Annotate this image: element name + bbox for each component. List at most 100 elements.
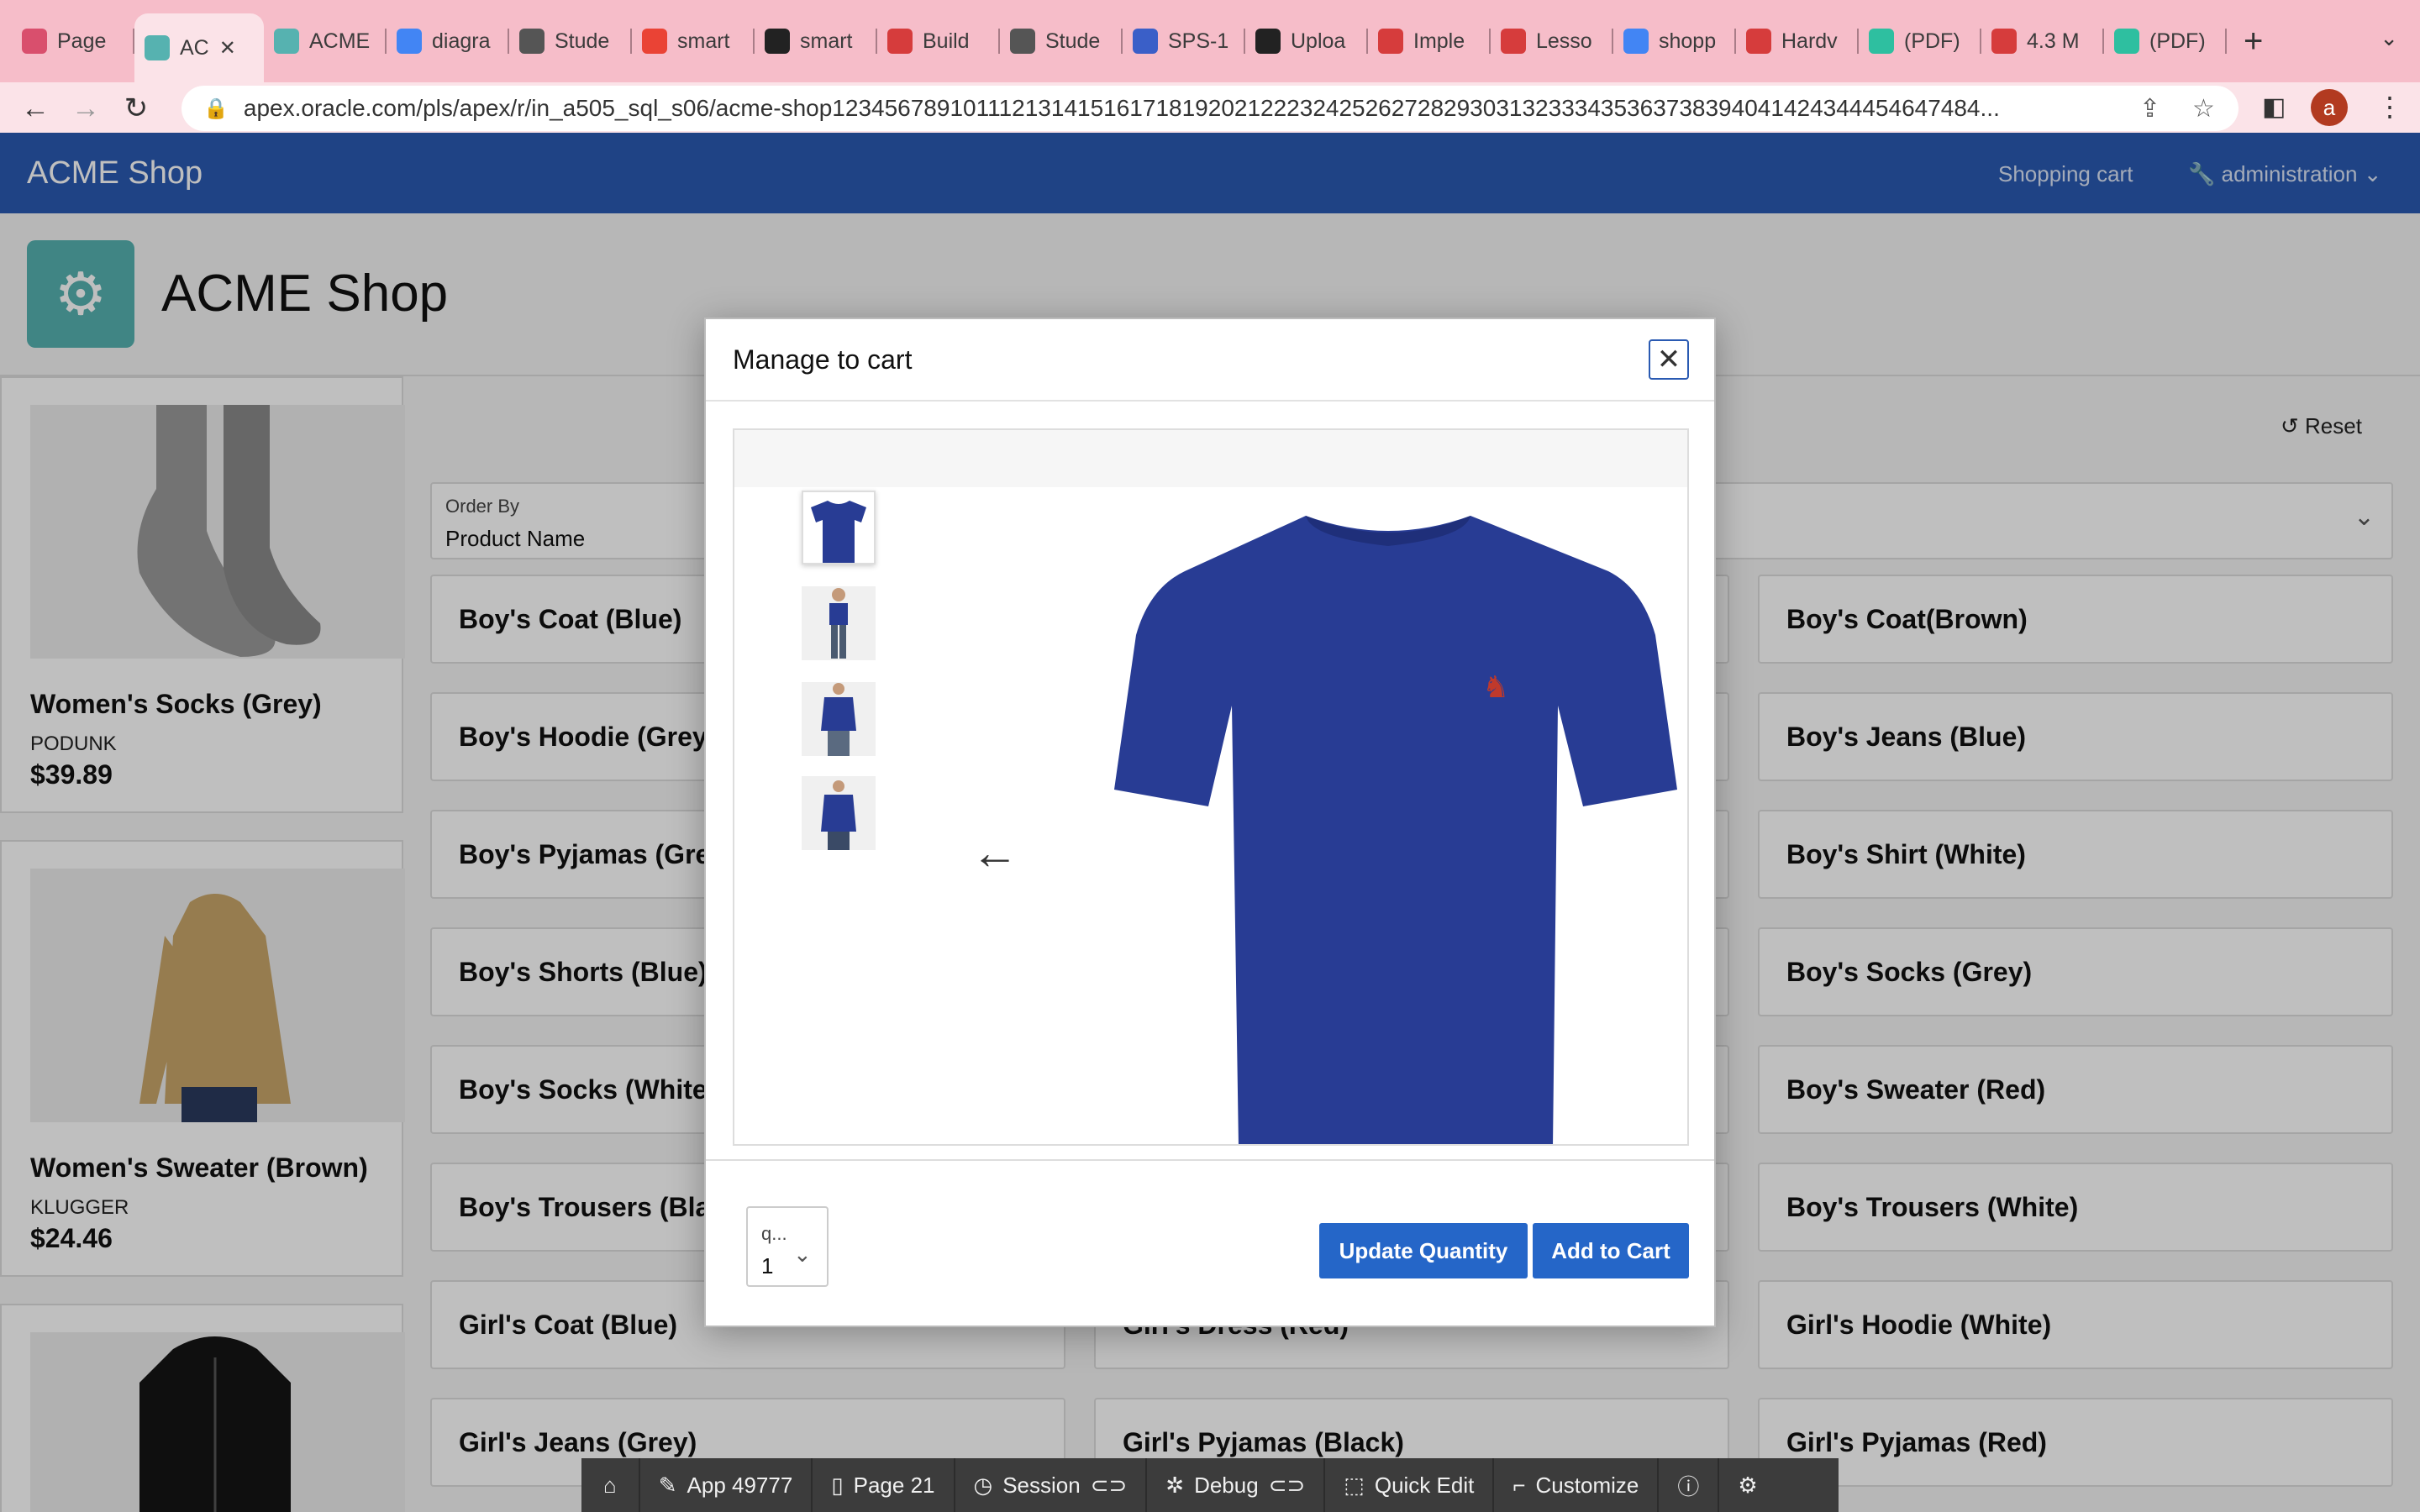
- devbar-session-label: Session: [1002, 1472, 1081, 1498]
- edit-icon: ✎: [658, 1472, 677, 1498]
- tab-label: 4.3 M: [2027, 29, 2080, 53]
- browser-tab-strip: Page AC ✕ ACME diagra Stude smart smart Build Stu…: [0, 0, 2420, 82]
- main-product-image: ♞: [1104, 487, 1684, 1144]
- product-gallery: ← ♞: [733, 428, 1689, 1146]
- devbar-customize-label: Customize: [1535, 1472, 1639, 1498]
- browser-toolbar: ← → ↻ 🔒 apex.oracle.com/pls/apex/r/in_a5…: [0, 82, 2420, 134]
- gallery-thumbnail[interactable]: [802, 491, 876, 564]
- bookmark-star-icon[interactable]: ☆: [2192, 94, 2215, 123]
- tab-favicon-icon: [1623, 29, 1649, 54]
- share-icon[interactable]: ⇪: [2139, 94, 2160, 123]
- profile-avatar[interactable]: a: [2311, 89, 2348, 126]
- reload-icon[interactable]: ↻: [111, 92, 161, 125]
- browser-tab[interactable]: ACME: [264, 10, 387, 72]
- browser-tab[interactable]: Lesso: [1491, 10, 1613, 72]
- browser-tab[interactable]: Hardv: [1736, 10, 1859, 72]
- info-icon[interactable]: ⓘ: [1659, 1458, 1720, 1512]
- tab-favicon-icon: [1378, 29, 1403, 54]
- tab-favicon-icon: [397, 29, 422, 54]
- devbar-customize[interactable]: ⌐ Customize: [1494, 1458, 1660, 1512]
- browser-tab[interactable]: Stude: [1000, 10, 1123, 72]
- devbar-app[interactable]: ✎ App 49777: [640, 1458, 813, 1512]
- tab-close-icon[interactable]: ✕: [219, 36, 236, 60]
- page-icon: ▯: [831, 1472, 844, 1498]
- browser-tab[interactable]: (PDF): [1859, 10, 1981, 72]
- browser-tab[interactable]: diagra: [387, 10, 509, 72]
- devbar-session[interactable]: ◷ Session ⊂⊃: [955, 1458, 1148, 1512]
- gallery-thumbnail[interactable]: [802, 586, 876, 660]
- quantity-label: q...: [761, 1223, 787, 1244]
- close-icon[interactable]: ✕: [1649, 339, 1689, 380]
- devbar-quick-edit[interactable]: ⬚ Quick Edit: [1325, 1458, 1495, 1512]
- address-bar[interactable]: 🔒 apex.oracle.com/pls/apex/r/in_a505_sql…: [182, 86, 2238, 131]
- tab-label: Build: [923, 29, 970, 53]
- tab-label: smart: [677, 29, 730, 53]
- svg-text:♞: ♞: [1482, 670, 1509, 704]
- tab-label: Stude: [1045, 29, 1101, 53]
- browser-tab[interactable]: 4.3 M: [1981, 10, 2104, 72]
- browser-tab[interactable]: Uploa: [1245, 10, 1368, 72]
- devbar-debug-label: Debug: [1194, 1472, 1259, 1498]
- dialog-header-divider: [706, 400, 1714, 402]
- update-quantity-button[interactable]: Update Quantity: [1319, 1223, 1528, 1278]
- gallery-toolbar: [734, 430, 1687, 487]
- tab-search-chevron-icon[interactable]: ⌄: [2380, 25, 2398, 51]
- tab-label: AC: [180, 35, 209, 60]
- tab-favicon-icon: [1746, 29, 1771, 54]
- tab-label: Imple: [1413, 29, 1465, 53]
- cursor-icon: ⬚: [1344, 1472, 1365, 1498]
- url-text: apex.oracle.com/pls/apex/r/in_a505_sql_s…: [243, 95, 2000, 121]
- tab-favicon-icon: [1255, 29, 1281, 54]
- back-icon[interactable]: ←: [10, 92, 60, 125]
- new-tab-icon[interactable]: +: [2244, 23, 2263, 60]
- browser-tab[interactable]: AC ✕: [134, 13, 264, 82]
- tab-label: (PDF): [1904, 29, 1960, 53]
- tab-favicon-icon: [887, 29, 913, 54]
- dialog-footer: q... 1 ⌄ Update Quantity Add to Cart: [706, 1159, 1714, 1327]
- browser-tab[interactable]: SPS-1: [1123, 10, 1245, 72]
- chevron-down-icon: ⌄: [793, 1242, 812, 1267]
- tab-favicon-icon: [145, 35, 170, 60]
- browser-tab[interactable]: Page: [12, 10, 134, 72]
- devbar-app-label: App 49777: [687, 1472, 793, 1498]
- side-panel-icon[interactable]: ◧: [2262, 92, 2286, 122]
- browser-tab[interactable]: smart: [632, 10, 755, 72]
- bug-icon: ✲: [1165, 1472, 1185, 1498]
- previous-arrow-icon[interactable]: ←: [971, 825, 1018, 879]
- tab-label: Hardv: [1781, 29, 1838, 53]
- settings-gear-icon[interactable]: ⚙: [1719, 1458, 1776, 1512]
- home-icon[interactable]: ⌂: [581, 1458, 640, 1512]
- tab-favicon-icon: [519, 29, 544, 54]
- devbar-debug[interactable]: ✲ Debug ⊂⊃: [1147, 1458, 1326, 1512]
- toggle-icon: ⊂⊃: [1268, 1472, 1306, 1498]
- add-to-cart-button[interactable]: Add to Cart: [1533, 1223, 1689, 1278]
- forward-icon[interactable]: →: [60, 92, 111, 125]
- paint-roller-icon: ⌐: [1512, 1472, 1526, 1498]
- tab-label: shopp: [1659, 29, 1717, 53]
- tab-label: smart: [800, 29, 853, 53]
- tab-favicon-icon: [1869, 29, 1894, 54]
- browser-tab[interactable]: Imple: [1368, 10, 1491, 72]
- devbar-quick-edit-label: Quick Edit: [1374, 1472, 1475, 1498]
- browser-tab[interactable]: shopp: [1613, 10, 1736, 72]
- browser-tab[interactable]: (PDF): [2104, 10, 2227, 72]
- tab-favicon-icon: [1010, 29, 1035, 54]
- tab-label: Lesso: [1536, 29, 1592, 53]
- quantity-select[interactable]: q... 1 ⌄: [746, 1206, 829, 1287]
- tab-label: Uploa: [1291, 29, 1346, 53]
- browser-tab[interactable]: Build: [877, 10, 1000, 72]
- browser-menu-icon[interactable]: ⋮: [2376, 91, 2403, 123]
- toggle-icon: ⊂⊃: [1090, 1472, 1128, 1498]
- gallery-thumbnail[interactable]: [802, 682, 876, 756]
- browser-tab[interactable]: Stude: [509, 10, 632, 72]
- developer-toolbar: ⌂ ✎ App 49777 ▯ Page 21 ◷ Session ⊂⊃ ✲ Debug ⊂…: [581, 1458, 1839, 1512]
- tab-favicon-icon: [22, 29, 47, 54]
- gallery-thumbnail[interactable]: [802, 776, 876, 850]
- tab-label: (PDF): [2149, 29, 2206, 53]
- quantity-value: 1: [761, 1253, 774, 1278]
- lock-icon: 🔒: [203, 97, 229, 120]
- browser-tab[interactable]: smart: [755, 10, 877, 72]
- tab-favicon-icon: [274, 29, 299, 54]
- devbar-page[interactable]: ▯ Page 21: [813, 1458, 955, 1512]
- tab-label: Stude: [555, 29, 610, 53]
